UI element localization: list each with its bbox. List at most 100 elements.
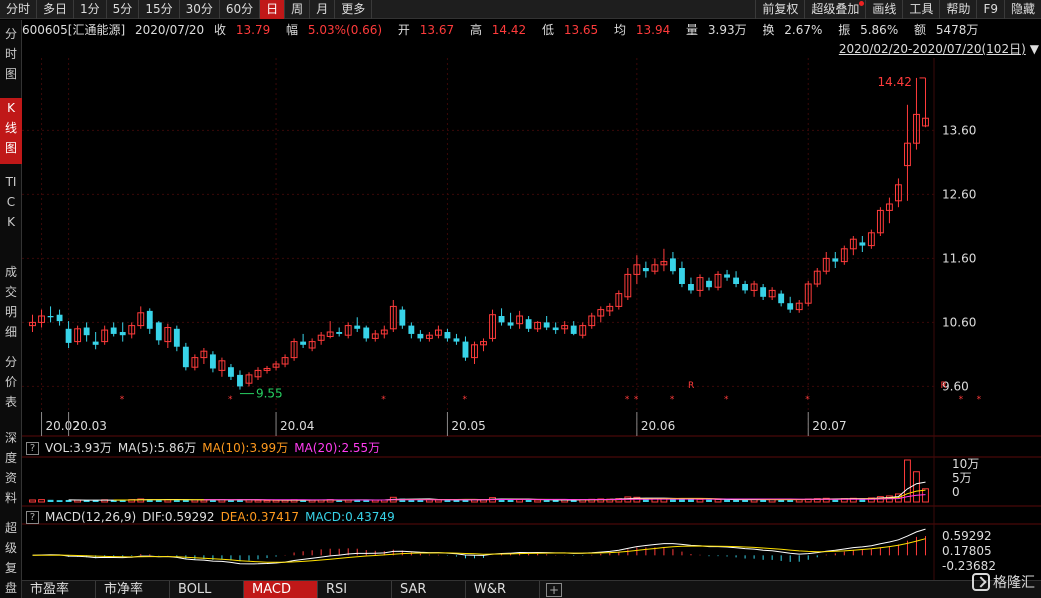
- x-tick-label: 20.05: [451, 419, 485, 433]
- volume-bar: [200, 499, 208, 503]
- period-tab-9[interactable]: 月: [310, 0, 336, 19]
- indicator-tab-1[interactable]: 市净率: [96, 580, 170, 598]
- volume-bar: [47, 499, 54, 502]
- event-marker: *: [228, 395, 233, 405]
- candle-body: [679, 268, 685, 284]
- volume-bar: [191, 499, 199, 503]
- candle-body: [688, 284, 694, 291]
- x-tick-label: 20.06: [641, 419, 675, 433]
- indicator-tab-5[interactable]: SAR: [392, 580, 466, 598]
- amount-value: 5478万: [935, 23, 979, 37]
- candle-body: [525, 319, 532, 329]
- toolbar-menu-label: 超级叠加: [811, 1, 860, 16]
- toolbar-right-menu: 前复权 超级叠加 画线 工具 帮助 F9 隐藏: [755, 0, 1041, 19]
- macd-panel-header: ? MACD(12,26,9) DIF:0.59292 DEA:0.37417 MACD…: [22, 508, 401, 526]
- toolbar-menu-label: 隐藏: [1010, 1, 1035, 16]
- volume-panel-header: ? VOL:3.93万 MA(5):5.86万 MA(10):3.99万 MA(20):…: [22, 439, 386, 457]
- period-tab-7[interactable]: 日: [260, 0, 286, 19]
- close-label: 收: [214, 23, 227, 37]
- toolbar-menu-4[interactable]: 帮助: [939, 0, 976, 19]
- period-tab-2[interactable]: 1分: [74, 0, 107, 19]
- candle-body: [724, 274, 730, 278]
- sidebar-item-0[interactable]: 分时图: [0, 24, 22, 90]
- help-icon[interactable]: ?: [26, 511, 39, 524]
- indicator-tab-2[interactable]: BOLL: [170, 580, 244, 598]
- candle-body: [507, 322, 514, 326]
- macd-tick-label: 0.59292: [942, 529, 992, 543]
- period-tab-4[interactable]: 15分: [139, 0, 180, 19]
- candle-body: [209, 354, 216, 369]
- volume-bar: [534, 499, 542, 503]
- x-tick-label: 20.03: [73, 419, 107, 433]
- candle-body: [237, 374, 243, 387]
- sidebar-item-3[interactable]: 成交明细: [0, 262, 22, 340]
- volume-bar: [543, 500, 550, 502]
- add-indicator-icon[interactable]: +: [546, 582, 562, 597]
- toolbar-menu-6[interactable]: 隐藏: [1003, 0, 1041, 19]
- candle-body: [182, 346, 189, 368]
- sidebar-item-5[interactable]: 深度资料: [0, 428, 22, 506]
- macd-dif-label: DIF:0.59292: [142, 510, 215, 524]
- kline-chart-area[interactable]: 13.6012.6011.6010.609.6020.0220.03 20.04 2…: [22, 40, 1041, 580]
- period-tab-6[interactable]: 60分: [220, 0, 261, 19]
- sidebar-item-6[interactable]: 超级复盘: [0, 518, 22, 598]
- volume-bar: [29, 499, 36, 503]
- volume-bar: [56, 500, 63, 502]
- toolbar-menu-3[interactable]: 工具: [902, 0, 939, 19]
- event-marker: *: [670, 395, 675, 405]
- toolbar-menu-2[interactable]: 画线: [865, 0, 902, 19]
- volume-bar: [904, 459, 911, 503]
- volume-bar: [733, 499, 740, 502]
- sidebar-item-1[interactable]: K线图: [0, 98, 22, 164]
- period-tab-1[interactable]: 多日: [37, 0, 75, 19]
- candle-body: [787, 303, 794, 310]
- indicator-tab-0[interactable]: 市盈率: [22, 580, 96, 598]
- indicator-tab-6[interactable]: W&R: [466, 580, 540, 598]
- period-tab-0[interactable]: 分时: [0, 0, 38, 19]
- period-tab-3[interactable]: 5分: [107, 0, 140, 19]
- volume-bar: [706, 499, 712, 502]
- period-toolbar: 分时 多日 1分 5分 15分 30分 60分日周月更多 前复权 超级叠加 画线 工具 帮助 F9 隐藏: [0, 0, 1041, 19]
- candle-body: [859, 242, 866, 246]
- toolbar-menu-5[interactable]: F9: [976, 0, 1004, 19]
- period-tab-8[interactable]: 周: [285, 0, 311, 19]
- toolbar-menu-1[interactable]: 超级叠加: [804, 0, 865, 19]
- volume-bar: [724, 499, 730, 502]
- period-tab-5[interactable]: 30分: [180, 0, 220, 19]
- candle-body: [778, 293, 785, 304]
- candle-body: [760, 287, 767, 297]
- candle-body: [498, 316, 505, 323]
- x-tick-label: 20.04: [280, 419, 314, 433]
- candle-body: [642, 268, 649, 272]
- candle-body: [706, 280, 712, 288]
- help-icon[interactable]: ?: [26, 442, 39, 455]
- candle-body: [543, 322, 550, 328]
- sidebar-item-4[interactable]: 分价表: [0, 352, 22, 418]
- high-label: 高: [469, 23, 482, 37]
- macd-title: MACD(12,26,9): [45, 510, 137, 524]
- toolbar-menu-0[interactable]: 前复权: [755, 0, 804, 19]
- event-marker: *: [462, 395, 467, 405]
- indicator-tab-3[interactable]: MACD: [244, 580, 318, 598]
- event-marker: R: [941, 381, 947, 391]
- candle-body: [453, 338, 460, 342]
- close-value: 13.79: [235, 23, 271, 37]
- volume-bar: [38, 499, 45, 503]
- watermark-logo: 格隆汇: [972, 571, 1035, 595]
- high-value: 14.42: [491, 23, 527, 37]
- avg-label: 均: [614, 23, 627, 37]
- sidebar-item-2[interactable]: TICK: [0, 172, 22, 250]
- candle-body: [444, 332, 451, 339]
- price-tick-label: 13.60: [942, 123, 976, 137]
- turnover-value: 2.67%: [784, 23, 823, 37]
- indicator-tab-4[interactable]: RSI: [318, 580, 392, 598]
- left-sidebar: 分时图 K线图 TICK 成交明细分价表深度资料超级复盘: [0, 20, 22, 598]
- volume-bar: [696, 498, 704, 503]
- period-tab-10[interactable]: 更多: [335, 0, 373, 19]
- vol-value-label: VOL:3.93万: [45, 441, 112, 455]
- volume-ma-line: [203, 494, 926, 501]
- change-value: 5.03%(0.66): [307, 23, 383, 37]
- notification-dot-icon: [859, 0, 865, 6]
- price-tick-label: 10.60: [942, 315, 976, 329]
- price-tick-label: 12.60: [942, 187, 976, 201]
